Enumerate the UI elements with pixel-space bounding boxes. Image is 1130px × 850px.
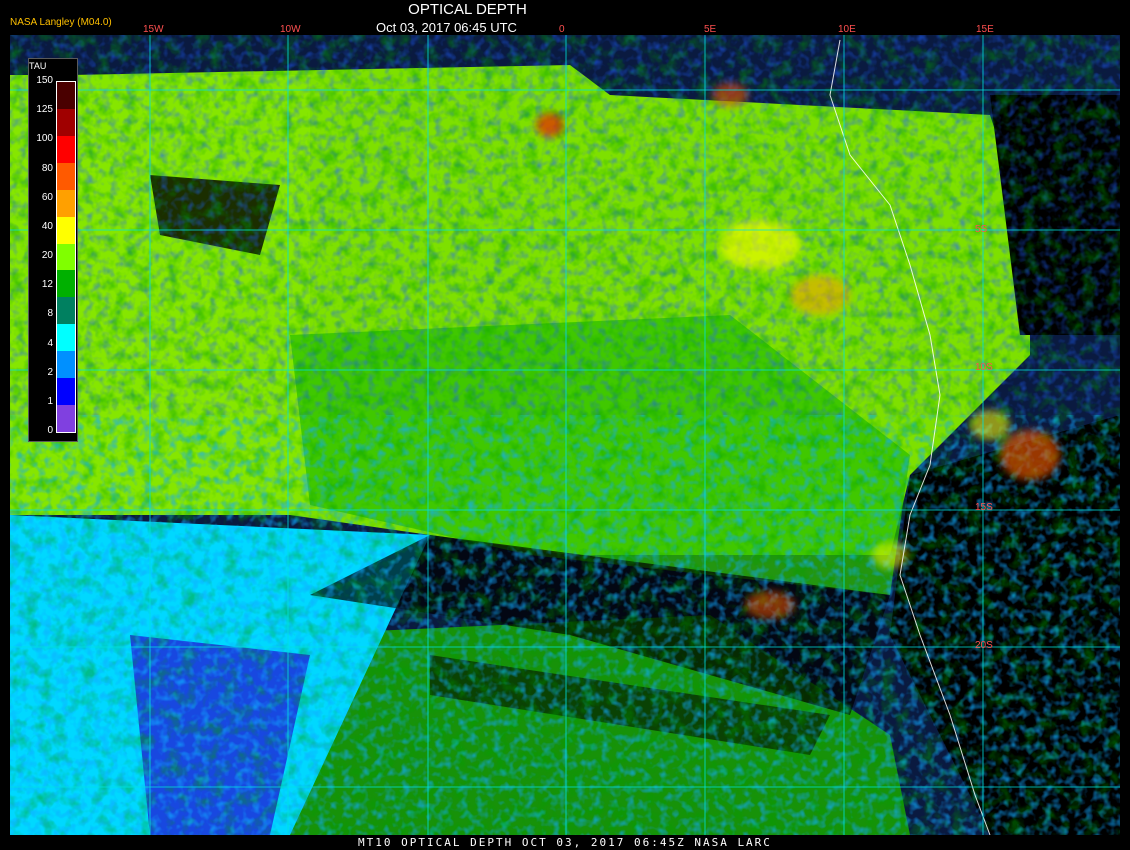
- lat-label-20s: 20S: [975, 640, 993, 651]
- colorbar-tick-label: 4: [47, 337, 53, 349]
- colorbar-tick-label: 150: [36, 75, 53, 86]
- lon-label-5e: 5E: [704, 24, 717, 35]
- lon-label-0: 0: [559, 24, 565, 35]
- colorbar-swatch: [57, 351, 75, 379]
- colorbar-tick-label: 0: [47, 425, 53, 436]
- colorbar-swatch: [57, 216, 75, 244]
- map-timestamp: Oct 03, 2017 06:45 UTC: [376, 20, 517, 35]
- lon-label-10w: 10W: [280, 24, 301, 35]
- optical-depth-map: [10, 35, 1120, 835]
- colorbar-tick-label: 20: [41, 250, 53, 261]
- colorbar-tick-label: 100: [36, 133, 53, 145]
- colorbar-tick-label: 8: [47, 308, 53, 320]
- tau-colorbar: TAU 150 125 100 80 60 40 20 12 8 4 2 1 0: [28, 58, 78, 442]
- colorbar-swatch: [57, 189, 75, 217]
- colorbar-swatch: [57, 324, 75, 352]
- colorbar-swatch: [57, 162, 75, 190]
- colorbar-swatches: [56, 81, 76, 433]
- colorbar-swatch: [57, 270, 75, 298]
- colorbar-tick-label: 2: [47, 366, 53, 378]
- colorbar-swatch: [57, 405, 75, 432]
- colorbar-swatch: [57, 297, 75, 325]
- colorbar-swatch: [57, 108, 75, 136]
- lat-label-15s: 15S: [975, 502, 993, 513]
- lat-label-10s: 10S: [975, 362, 993, 373]
- colorbar-tick-label: 1: [47, 395, 53, 407]
- credit-label: NASA Langley (M04.0): [10, 17, 112, 28]
- lon-label-10e: 10E: [838, 24, 856, 35]
- colorbar-swatch: [57, 82, 75, 109]
- lat-label-5s: 5S: [975, 224, 988, 235]
- footer-caption: MT10 OPTICAL DEPTH OCT 03, 2017 06:45Z N…: [358, 836, 772, 849]
- colorbar-tick-label: 125: [36, 104, 53, 116]
- lon-label-15w: 15W: [143, 24, 164, 35]
- colorbar-title: TAU: [29, 61, 47, 71]
- texture-cyan-speckle: [10, 415, 1120, 835]
- colorbar-tick-label: 80: [41, 162, 53, 174]
- lon-label-15e: 15E: [976, 24, 994, 35]
- colorbar-swatch: [57, 378, 75, 406]
- colorbar-tick-label: 60: [41, 191, 53, 203]
- map-title: OPTICAL DEPTH: [408, 1, 527, 18]
- colorbar-swatch: [57, 135, 75, 163]
- colorbar-tick-label: 12: [41, 279, 53, 291]
- colorbar-tick-label: 40: [41, 220, 53, 232]
- colorbar-swatch: [57, 243, 75, 271]
